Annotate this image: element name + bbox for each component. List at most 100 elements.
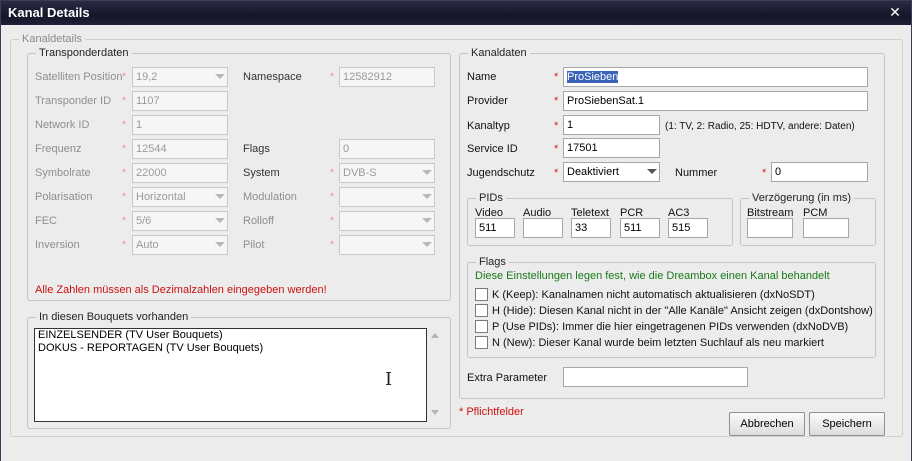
close-icon[interactable]: ✕	[887, 4, 903, 20]
scroll-up-icon[interactable]	[431, 333, 439, 338]
frequenz-field[interactable]: 12544	[132, 139, 228, 159]
pcm-field[interactable]	[803, 218, 849, 238]
kanaltyp-field[interactable]: 1	[563, 115, 660, 135]
fec-select[interactable]: 5/6	[132, 211, 228, 231]
required-star: *	[122, 167, 127, 179]
name-label: Name	[467, 71, 497, 83]
polarisation-select[interactable]: Horizontal	[132, 187, 228, 207]
audio-pid-field[interactable]	[523, 218, 563, 238]
required-star: *	[554, 120, 559, 132]
satelliten-select[interactable]: 19,2	[132, 67, 228, 87]
chevron-down-icon	[422, 170, 432, 175]
inversion-label: Inversion	[35, 239, 80, 251]
chevron-down-icon	[647, 169, 657, 174]
system-label: System	[243, 167, 280, 179]
network-id-label: Network ID	[35, 119, 90, 131]
service-id-field[interactable]: 17501	[563, 138, 660, 158]
required-star: *	[122, 95, 127, 107]
text-cursor-icon: I	[385, 369, 393, 390]
bouquet-list[interactable]: EINZELSENDER (TV User Bouquets) DOKUS - …	[34, 328, 427, 422]
symbolrate-field[interactable]: 22000	[132, 163, 228, 183]
kanaldaten-legend: Kanaldaten	[468, 47, 530, 59]
required-star: *	[554, 95, 559, 107]
pilot-select[interactable]	[339, 235, 435, 255]
required-star: *	[122, 239, 127, 251]
modulation-label: Modulation	[243, 191, 297, 203]
hide-label[interactable]: H (Hide): Diesen Kanal nicht in der "All…	[492, 304, 873, 318]
name-value: ProSieben	[567, 71, 619, 83]
required-star: *	[330, 191, 335, 203]
transponder-id-field[interactable]: 1107	[132, 91, 228, 111]
new-checkbox[interactable]	[475, 336, 488, 349]
kanaltyp-hint: (1: TV, 2: Radio, 25: HDTV, andere: Date…	[665, 121, 855, 132]
window-title: Kanal Details	[8, 5, 90, 20]
jugendschutz-label: Jugendschutz	[467, 167, 535, 179]
service-id-label: Service ID	[467, 143, 518, 155]
video-pid-field[interactable]: 511	[475, 218, 515, 238]
cancel-button[interactable]: Abbrechen	[729, 412, 805, 436]
provider-field[interactable]: ProSiebenSat.1	[563, 91, 868, 111]
hide-checkbox[interactable]	[475, 304, 488, 317]
kanaltyp-label: Kanaltyp	[467, 120, 510, 132]
transponder-id-label: Transponder ID	[35, 95, 112, 107]
extra-parameter-label: Extra Parameter	[467, 372, 548, 384]
required-star: *	[330, 239, 335, 251]
ac3-pid-field[interactable]: 515	[668, 218, 708, 238]
satelliten-label: Satelliten Position	[35, 71, 123, 83]
bitstream-field[interactable]	[747, 218, 793, 238]
modulation-select[interactable]	[339, 187, 435, 207]
required-star: *	[122, 119, 127, 131]
chevron-down-icon	[215, 74, 225, 79]
chevron-down-icon	[422, 194, 432, 199]
chevron-down-icon	[215, 242, 225, 247]
teletext-pid-field[interactable]: 33	[571, 218, 611, 238]
nummer-field[interactable]: 0	[771, 162, 868, 182]
keep-checkbox[interactable]	[475, 288, 488, 301]
chevron-down-icon	[215, 194, 225, 199]
required-fields-note: * Pflichtfelder	[459, 406, 524, 418]
kanaldetails-legend: Kanaldetails	[19, 33, 85, 45]
rolloff-select[interactable]	[339, 211, 435, 231]
namespace-field[interactable]: 12582912	[339, 67, 435, 87]
system-select[interactable]: DVB-S	[339, 163, 435, 183]
save-button[interactable]: Speichern	[809, 412, 885, 436]
required-star: *	[554, 71, 559, 83]
required-star: *	[554, 143, 559, 155]
dialog-content: Kanaldetails Transponderdaten Satelliten…	[1, 25, 911, 461]
use-pids-label[interactable]: P (Use PIDs): Immer die hier eingetragen…	[492, 320, 848, 334]
flags-description: Diese Einstellungen legen fest, wie die …	[475, 270, 830, 282]
bouquets-legend: In diesen Bouquets vorhanden	[36, 311, 192, 323]
pcr-pid-field[interactable]: 511	[620, 218, 660, 238]
polarisation-value: Horizontal	[136, 191, 186, 203]
rolloff-label: Rolloff	[243, 215, 274, 227]
jugendschutz-value: Deaktiviert	[567, 166, 619, 178]
scroll-down-icon[interactable]	[431, 410, 439, 415]
kanal-details-window: Kanal Details ✕ Kanaldetails Transponder…	[0, 0, 912, 461]
network-id-field[interactable]: 1	[132, 115, 228, 135]
inversion-select[interactable]: Auto	[132, 235, 228, 255]
chevron-down-icon	[422, 242, 432, 247]
list-item[interactable]: DOKUS - REPORTAGEN (TV User Bouquets)	[35, 342, 426, 355]
system-value: DVB-S	[343, 167, 377, 179]
provider-label: Provider	[467, 95, 508, 107]
keep-label[interactable]: K (Keep): Kanalnamen nicht automatisch a…	[492, 288, 815, 302]
flags-legend: Flags	[476, 256, 509, 268]
flags-field[interactable]: 0	[339, 139, 435, 159]
required-star: *	[762, 167, 767, 179]
extra-parameter-field[interactable]	[563, 367, 748, 387]
name-field[interactable]: ProSieben	[563, 67, 868, 87]
jugendschutz-select[interactable]: Deaktiviert	[563, 162, 660, 182]
new-label[interactable]: N (New): Dieser Kanal wurde beim letzten…	[492, 336, 824, 350]
required-star: *	[122, 143, 127, 155]
use-pids-checkbox[interactable]	[475, 320, 488, 333]
title-bar: Kanal Details ✕	[1, 1, 911, 25]
required-star: *	[122, 71, 127, 83]
required-star: *	[330, 71, 335, 83]
symbolrate-label: Symbolrate	[35, 167, 91, 179]
list-item[interactable]: EINZELSENDER (TV User Bouquets)	[35, 329, 426, 342]
pilot-label: Pilot	[243, 239, 265, 251]
namespace-label: Namespace	[243, 71, 302, 83]
frequenz-label: Frequenz	[35, 143, 82, 155]
transponder-legend: Transponderdaten	[36, 47, 132, 59]
pids-legend: PIDs	[476, 192, 506, 204]
